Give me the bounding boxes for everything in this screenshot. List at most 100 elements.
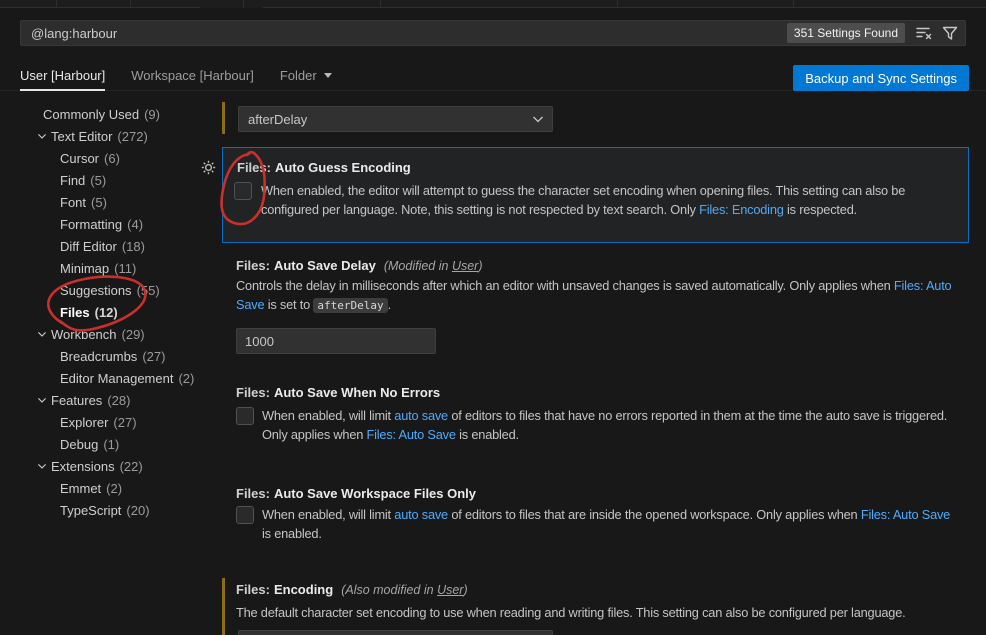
chevron-down-icon <box>324 73 332 78</box>
auto-save-when-no-errors-checkbox[interactable] <box>236 407 254 425</box>
settings-search-input[interactable] <box>21 26 787 41</box>
text-segment: of editors to files that are inside the … <box>448 507 861 522</box>
setting-title: Files:Auto Save Delay(Modified in User) <box>236 258 483 273</box>
auto-save-delay-input[interactable] <box>236 328 436 354</box>
auto-save-workspace-files-only-checkbox[interactable] <box>236 506 254 524</box>
text-segment: is respected. <box>784 202 857 217</box>
tab-workspace-label: Workspace [Harbour] <box>131 68 254 83</box>
toc-item-label: Find <box>60 173 85 188</box>
encoding-dropdown[interactable] <box>238 630 553 635</box>
gear-icon[interactable] <box>201 160 216 175</box>
tab-folder[interactable]: Folder <box>280 68 332 89</box>
toc-item-editor-management[interactable]: Editor Management(2) <box>0 367 200 389</box>
modified-indicator <box>222 578 225 635</box>
settings-editor-window: 351 Settings Found Us <box>0 0 986 635</box>
toc-item-label: TypeScript <box>60 503 121 518</box>
tab-divider <box>130 0 131 8</box>
scope-tabs: User [Harbour] Workspace [Harbour] Folde… <box>20 63 332 93</box>
inline-setting-link[interactable]: Files: Auto Save <box>367 427 456 442</box>
toc-item-emmet[interactable]: Emmet (2) <box>0 477 200 499</box>
setting-name: Auto Save When No Errors <box>274 385 440 400</box>
chevron-down-icon <box>532 114 552 124</box>
tab-divider <box>793 0 794 8</box>
toc-item-label: Suggestions <box>60 283 132 298</box>
toc-item-font[interactable]: Font(5) <box>0 191 200 213</box>
toc-item-count: (28) <box>107 393 130 408</box>
toc-item-label: Files <box>60 305 90 320</box>
toc-item-count: (22) <box>120 459 143 474</box>
toc-item-debug[interactable]: Debug(1) <box>0 433 200 455</box>
tab-workspace[interactable]: Workspace [Harbour] <box>131 68 254 89</box>
toc-item-minimap[interactable]: Minimap(11) <box>0 257 200 279</box>
text-segment: When enabled, will limit <box>262 408 394 423</box>
toc-item-breadcrumbs[interactable]: Breadcrumbs(27) <box>0 345 200 367</box>
toc-item-label: Font <box>60 195 86 210</box>
text-segment: When enabled, will limit <box>262 507 394 522</box>
inline-setting-link[interactable]: auto save <box>394 408 448 423</box>
toc-item-formatting[interactable]: Formatting (4) <box>0 213 200 235</box>
auto-guess-encoding-checkbox[interactable] <box>234 182 252 200</box>
toc-item-count: (5) <box>90 173 106 188</box>
toc-item-text-editor[interactable]: Text Editor(272) <box>0 125 200 147</box>
toc-item-count: (4) <box>127 217 143 232</box>
inline-setting-link[interactable]: Files: Auto Save <box>861 507 950 522</box>
text-segment: User <box>452 259 478 273</box>
settings-list: afterDelay Files:Auto Guess Encoding <box>200 90 986 635</box>
text-segment: The default character set encoding to us… <box>236 605 905 620</box>
setting-description: The default character set encoding to us… <box>236 603 966 622</box>
tab-divider <box>243 0 244 8</box>
setting-name: Encoding <box>274 582 333 597</box>
setting-category: Files: <box>237 160 271 175</box>
text-segment: is enabled. <box>262 526 322 541</box>
chevron-down-icon[interactable] <box>34 330 50 338</box>
toc-item-diff-editor[interactable]: Diff Editor(18) <box>0 235 200 257</box>
toc-item-explorer[interactable]: Explorer(27) <box>0 411 200 433</box>
modified-indicator <box>222 102 225 134</box>
toc-item-extensions[interactable]: Extensions(22) <box>0 455 200 477</box>
chevron-down-icon[interactable] <box>34 462 50 470</box>
text-segment: is enabled. <box>456 427 519 442</box>
toc-item-files[interactable]: Files(12) <box>0 301 200 323</box>
chevron-down-icon[interactable] <box>34 132 50 140</box>
toc-item-label: Text Editor <box>51 129 112 144</box>
toc-item-find[interactable]: Find (5) <box>0 169 200 191</box>
toc-item-label: Formatting <box>60 217 122 232</box>
clear-filters-icon[interactable] <box>913 22 935 44</box>
setting-row-auto-guess-encoding[interactable]: Files:Auto Guess Encoding When enabled, … <box>222 147 969 243</box>
toc-item-count: (1) <box>103 437 119 452</box>
text-segment: Controls the delay in milliseconds after… <box>236 278 894 293</box>
toc-item-workbench[interactable]: Workbench(29) <box>0 323 200 345</box>
text-segment: ) <box>463 583 467 597</box>
backup-sync-settings-button[interactable]: Backup and Sync Settings <box>793 65 969 91</box>
tab-divider <box>617 0 618 8</box>
text-segment: (Also modified in <box>341 583 437 597</box>
setting-description: Controls the delay in milliseconds after… <box>236 276 958 315</box>
toc-item-cursor[interactable]: Cursor(6) <box>0 147 200 169</box>
toc-item-features[interactable]: Features(28) <box>0 389 200 411</box>
toc-item-count: (2) <box>106 481 122 496</box>
toc-item-label: Diff Editor <box>60 239 117 254</box>
toc-item-count: (20) <box>126 503 149 518</box>
inline-setting-link[interactable]: auto save <box>394 507 448 522</box>
toc-item-commonly-used[interactable]: Commonly Used(9) <box>0 103 200 125</box>
toc-item-label: Emmet <box>60 481 101 496</box>
filter-icon[interactable] <box>939 22 961 44</box>
toc-item-count: (29) <box>122 327 145 342</box>
chevron-down-icon[interactable] <box>34 396 50 404</box>
setting-description: When enabled, will limit auto save of ed… <box>262 406 954 444</box>
auto-save-dropdown[interactable]: afterDelay <box>238 106 553 132</box>
auto-save-dropdown-value: afterDelay <box>239 112 532 127</box>
setting-name: Auto Save Workspace Files Only <box>274 486 476 501</box>
text-segment: . <box>388 297 391 312</box>
toc-item-typescript[interactable]: TypeScript (20) <box>0 499 200 521</box>
toc-item-count: (2) <box>178 371 194 386</box>
tab-divider <box>380 0 381 8</box>
inline-setting-link[interactable]: Files: Encoding <box>699 202 784 217</box>
setting-name: Auto Save Delay <box>274 258 376 273</box>
setting-description: When enabled, will limit auto save of ed… <box>262 505 954 543</box>
toc-item-suggestions[interactable]: Suggestions(55) <box>0 279 200 301</box>
toc-item-label: Commonly Used <box>43 107 139 122</box>
setting-category: Files: <box>236 385 270 400</box>
text-segment: (Modified in <box>384 259 452 273</box>
tab-user[interactable]: User [Harbour] <box>20 68 105 89</box>
